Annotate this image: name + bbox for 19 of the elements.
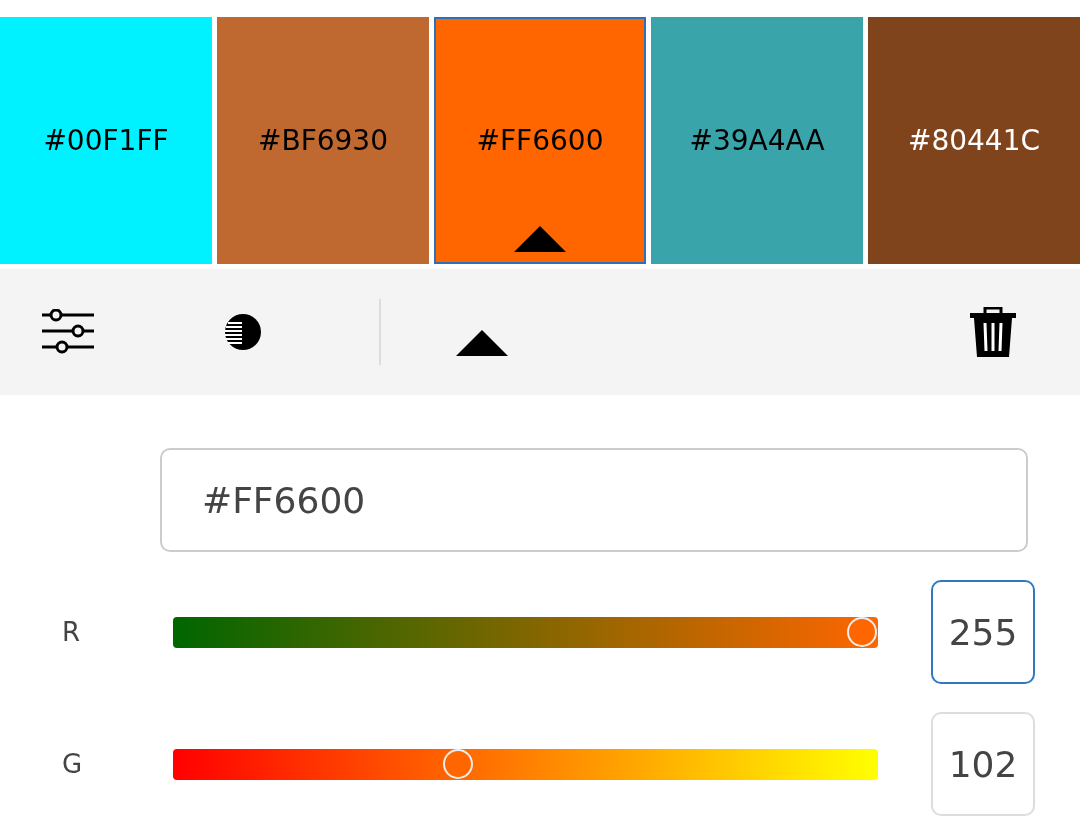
channel-slider-track[interactable]	[173, 616, 878, 648]
hex-input-field[interactable]: #FF6600	[160, 448, 1028, 552]
sliders-icon[interactable]	[42, 309, 94, 355]
color-swatch[interactable]: #00F1FF	[0, 17, 212, 264]
channel-label: G	[61, 747, 84, 781]
color-swatch[interactable]: #BF6930	[217, 17, 429, 264]
trash-icon[interactable]	[970, 307, 1016, 357]
color-swatch[interactable]: #FF6600	[434, 17, 646, 264]
color-swatch[interactable]: #39A4AA	[651, 17, 863, 264]
contrast-icon[interactable]	[224, 313, 262, 351]
channel-value-field[interactable]: 255	[931, 580, 1035, 684]
slider-thumb[interactable]	[443, 749, 474, 779]
color-swatch[interactable]: #80441C	[868, 17, 1080, 264]
triangle-icon[interactable]	[456, 330, 508, 356]
selected-indicator-icon	[514, 226, 566, 252]
channel-slider-track[interactable]	[173, 748, 878, 780]
slider-thumb[interactable]	[847, 617, 877, 647]
channel-label: R	[61, 615, 82, 649]
channel-value-field[interactable]: 102	[931, 712, 1035, 816]
